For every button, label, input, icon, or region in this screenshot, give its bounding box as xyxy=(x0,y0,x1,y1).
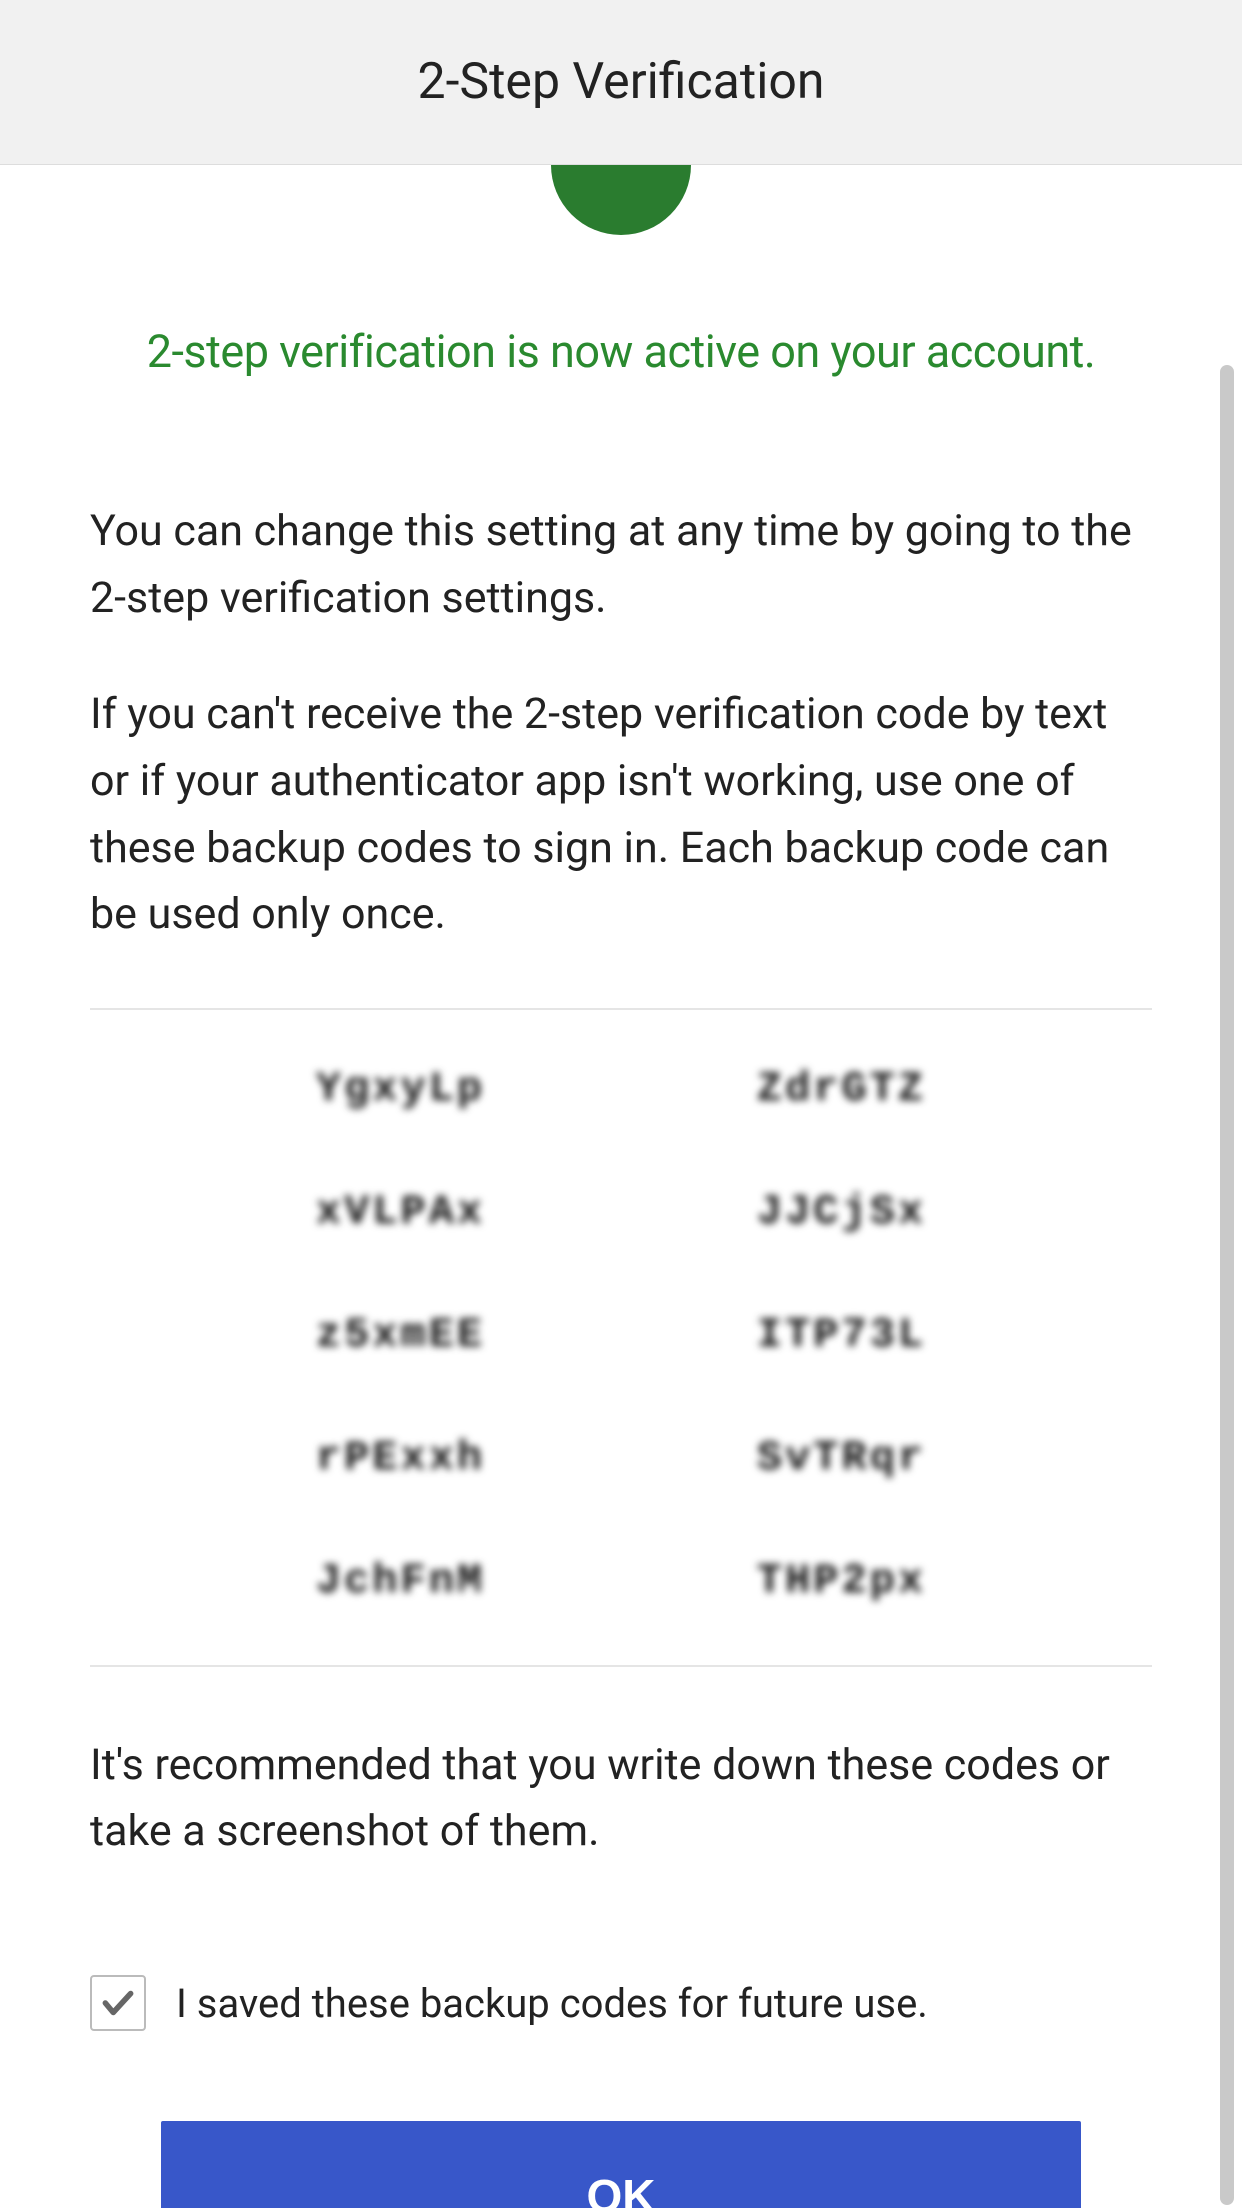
success-badge-icon xyxy=(551,165,691,235)
settings-info-paragraph: You can change this setting at any time … xyxy=(90,498,1152,631)
backup-code: JchFnM xyxy=(210,1557,591,1605)
backup-code: rPExxh xyxy=(210,1434,591,1482)
dialog-header: 2-Step Verification xyxy=(0,0,1242,165)
content-scroll-area[interactable]: 2-step verification is now active on you… xyxy=(0,165,1242,2208)
backup-code: z5xmEE xyxy=(210,1311,591,1359)
backup-codes-info-paragraph: If you can't receive the 2-step verifica… xyxy=(90,681,1152,948)
saved-codes-checkbox[interactable] xyxy=(90,1975,146,2031)
divider-bottom xyxy=(90,1665,1152,1667)
backup-code: ZdrGTZ xyxy=(651,1065,1032,1113)
backup-code: JJCjSx xyxy=(651,1188,1032,1236)
backup-code: ITP73L xyxy=(651,1311,1032,1359)
scrollbar-thumb[interactable] xyxy=(1220,365,1234,2205)
backup-code: SvTRqr xyxy=(651,1434,1032,1482)
content: 2-step verification is now active on you… xyxy=(0,165,1242,2208)
backup-code: YgxyLp xyxy=(210,1065,591,1113)
divider-top xyxy=(90,1008,1152,1010)
backup-code: THP2px xyxy=(651,1557,1032,1605)
success-message: 2-step verification is now active on you… xyxy=(90,325,1152,378)
saved-codes-checkbox-label: I saved these backup codes for future us… xyxy=(176,1980,928,2027)
backup-code: xVLPAx xyxy=(210,1188,591,1236)
dialog-title: 2-Step Verification xyxy=(417,53,824,111)
backup-codes-grid: YgxyLp ZdrGTZ xVLPAx JJCjSx z5xmEE ITP73… xyxy=(90,1065,1152,1605)
saved-codes-checkbox-row: I saved these backup codes for future us… xyxy=(90,1975,1152,2031)
checkmark-icon xyxy=(99,1984,137,2022)
recommendation-text: It's recommended that you write down the… xyxy=(90,1732,1152,1865)
ok-button[interactable]: OK xyxy=(161,2121,1081,2208)
